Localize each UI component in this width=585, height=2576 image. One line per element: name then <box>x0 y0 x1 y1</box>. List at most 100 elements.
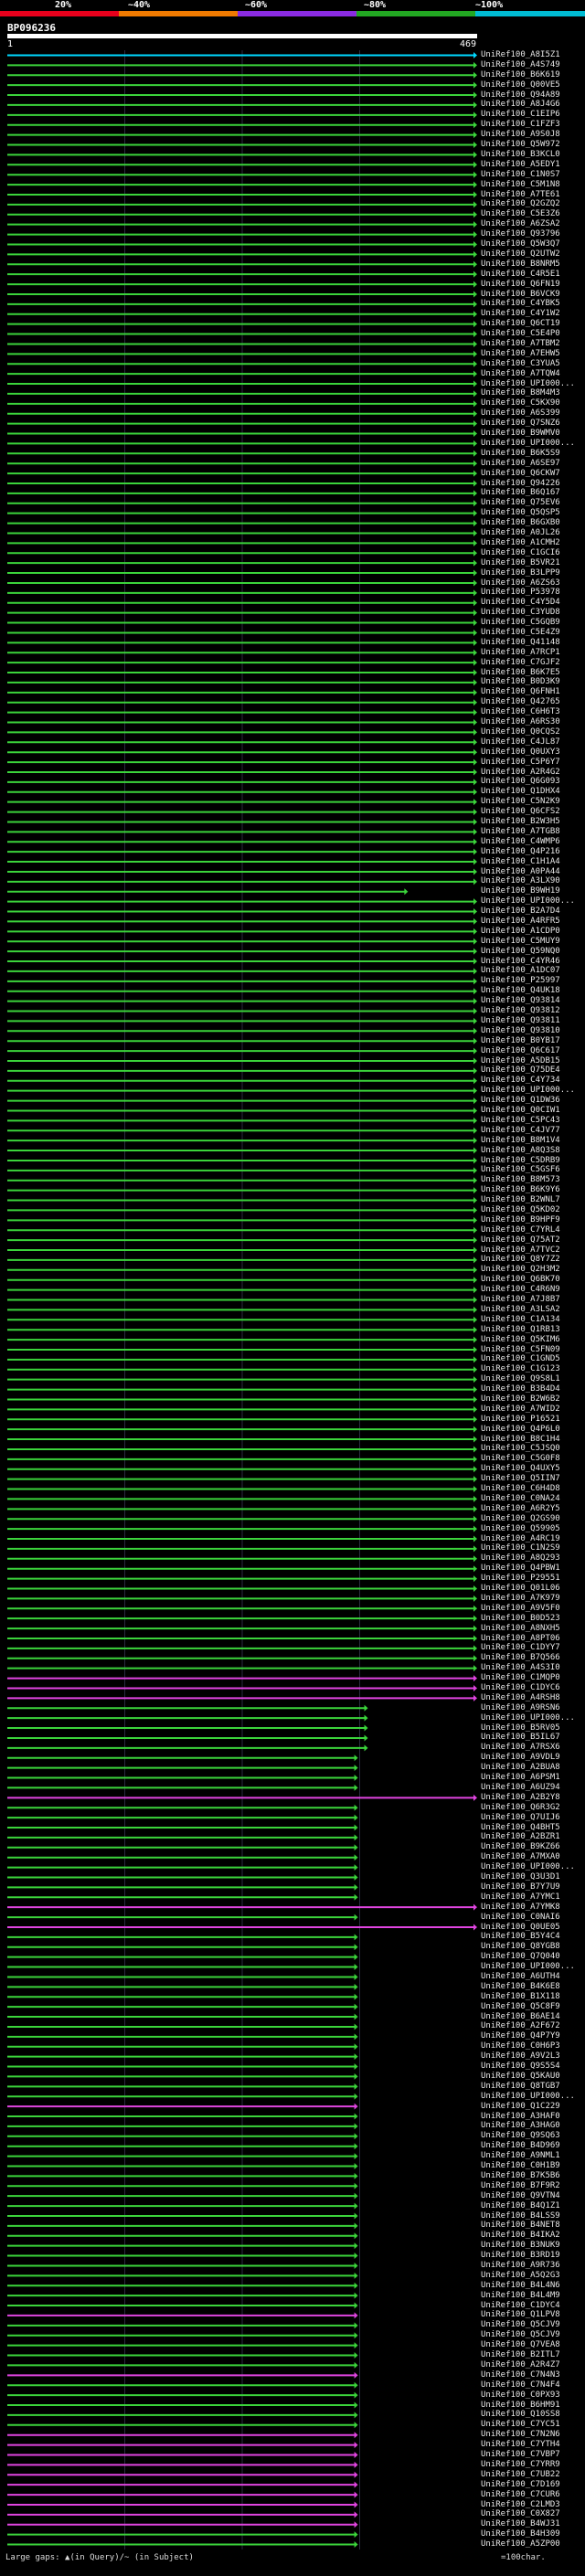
hit-id[interactable]: UniRef100_Q2GZQ2 <box>481 199 560 208</box>
hit-bar[interactable] <box>7 2412 358 2419</box>
hit-id[interactable]: UniRef100_Q94226 <box>481 479 560 488</box>
hit-id[interactable]: UniRef100_C7N4N3 <box>481 2370 560 2380</box>
hit-bar[interactable] <box>7 1883 358 1891</box>
hit-id[interactable]: UniRef100_A1CMH2 <box>481 538 560 547</box>
hit-id[interactable]: UniRef100_B7K5B6 <box>481 2171 560 2180</box>
hit-id[interactable]: UniRef100_B5RV05 <box>481 1723 560 1733</box>
hit-id[interactable]: UniRef100_A6RS30 <box>481 717 560 726</box>
hit-id[interactable]: UniRef100_B6Q167 <box>481 488 560 497</box>
hit-id[interactable]: UniRef100_A5Q2G3 <box>481 2271 560 2280</box>
hit-bar[interactable] <box>7 1864 358 1871</box>
hit-id[interactable]: UniRef100_C3YUA5 <box>481 359 560 368</box>
hit-id[interactable]: UniRef100_P53978 <box>481 588 560 597</box>
hit-bar[interactable] <box>7 1724 368 1732</box>
hit-id[interactable]: UniRef100_Q59NQ0 <box>481 947 560 956</box>
hit-bar[interactable] <box>7 2292 358 2299</box>
hit-id[interactable]: UniRef100_Q5CJV9 <box>481 2330 560 2339</box>
hit-id[interactable]: UniRef100_A6ZS63 <box>481 578 560 588</box>
hit-id[interactable]: UniRef100_Q75AT2 <box>481 1235 560 1245</box>
hit-id[interactable]: UniRef100_A2BZR1 <box>481 1832 560 1841</box>
hit-id[interactable]: UniRef100_Q5QSP5 <box>481 508 560 517</box>
hit-id[interactable]: UniRef100_Q6CKW7 <box>481 469 560 478</box>
hit-id[interactable]: UniRef100_A5EDY1 <box>481 160 560 169</box>
hit-id[interactable]: UniRef100_C7YRL4 <box>481 1225 560 1235</box>
hit-id[interactable]: UniRef100_C0PX93 <box>481 2390 560 2400</box>
hit-bar[interactable] <box>7 2143 358 2150</box>
hit-id[interactable]: UniRef100_A2R4Z7 <box>481 2360 560 2369</box>
hit-bar[interactable] <box>7 2123 358 2130</box>
hit-id[interactable]: UniRef100_Q3U3D1 <box>481 1872 560 1882</box>
hit-id[interactable]: UniRef100_B4H309 <box>481 2529 560 2539</box>
hit-id[interactable]: UniRef100_B4K6E8 <box>481 1982 560 1991</box>
hit-bar[interactable] <box>7 1814 358 1821</box>
hit-bar[interactable] <box>7 2391 358 2399</box>
hit-bar[interactable] <box>7 2272 358 2279</box>
hit-id[interactable]: UniRef100_A7YMC1 <box>481 1892 560 1902</box>
hit-id[interactable]: UniRef100_Q4P7Y9 <box>481 2031 560 2041</box>
hit-id[interactable]: UniRef100_A0PA44 <box>481 867 560 876</box>
hit-id[interactable]: UniRef100_C1G123 <box>481 1364 560 1373</box>
hit-id[interactable]: UniRef100_Q4P216 <box>481 847 560 856</box>
hit-bar[interactable] <box>7 1844 358 1851</box>
hit-id[interactable]: UniRef100_Q4PBW1 <box>481 1564 560 1573</box>
hit-id[interactable]: UniRef100_A8PT06 <box>481 1634 560 1643</box>
hit-id[interactable]: UniRef100_Q6CFS2 <box>481 807 560 816</box>
hit-id[interactable]: UniRef100_Q1RB13 <box>481 1325 560 1334</box>
hit-bar[interactable] <box>7 2063 358 2071</box>
hit-id[interactable]: UniRef100_C5GQB9 <box>481 618 560 627</box>
hit-id[interactable]: UniRef100_A7RCP1 <box>481 648 560 657</box>
hit-id[interactable]: UniRef100_P25997 <box>481 976 560 985</box>
hit-id[interactable]: UniRef100_C4YR46 <box>481 957 560 966</box>
hit-bar[interactable] <box>7 1744 368 1752</box>
hit-id[interactable]: UniRef100_B0YB17 <box>481 1036 560 1045</box>
hit-bar[interactable] <box>7 2093 358 2100</box>
hit-id[interactable]: UniRef100_C1FZF3 <box>481 120 560 129</box>
hit-bar[interactable] <box>7 2531 358 2539</box>
hit-bar[interactable] <box>7 2461 358 2468</box>
hit-id[interactable]: UniRef100_A2F672 <box>481 2021 560 2030</box>
hit-id[interactable]: UniRef100_B7Q566 <box>481 1653 560 1662</box>
hit-bar[interactable] <box>7 2282 358 2289</box>
hit-id[interactable]: UniRef100_B6K5S9 <box>481 449 560 458</box>
hit-id[interactable]: UniRef100_A8I5Z1 <box>481 50 560 59</box>
hit-bar[interactable] <box>7 1765 358 1772</box>
hit-id[interactable]: UniRef100_C5DRB9 <box>481 1156 560 1165</box>
hit-bar[interactable] <box>7 1944 358 1951</box>
hit-bar[interactable] <box>7 1873 358 1881</box>
hit-id[interactable]: UniRef100_B4LSS9 <box>481 2211 560 2221</box>
hit-bar[interactable] <box>7 2253 358 2260</box>
hit-id[interactable]: UniRef100_B2W6B2 <box>481 1394 560 1404</box>
hit-id[interactable]: UniRef100_B4NET8 <box>481 2221 560 2230</box>
hit-bar[interactable] <box>7 2371 358 2379</box>
hit-id[interactable]: UniRef100_B4L4M9 <box>481 2291 560 2300</box>
hit-id[interactable]: UniRef100_B8NRM5 <box>481 260 560 269</box>
hit-id[interactable]: UniRef100_Q1DW36 <box>481 1096 560 1105</box>
hit-id[interactable]: UniRef100_UPI000... <box>481 1962 575 1971</box>
hit-id[interactable]: UniRef100_C1N0S7 <box>481 170 560 179</box>
hit-id[interactable]: UniRef100_A3HAG0 <box>481 2121 560 2130</box>
hit-id[interactable]: UniRef100_B7Y7U9 <box>481 1882 560 1892</box>
hit-id[interactable]: UniRef100_B9HPF9 <box>481 1215 560 1224</box>
hit-bar[interactable] <box>7 1754 358 1762</box>
hit-id[interactable]: UniRef100_Q5C8F9 <box>481 2002 560 2011</box>
hit-bar[interactable] <box>7 1734 368 1742</box>
hit-id[interactable]: UniRef100_A6UZ94 <box>481 1783 560 1792</box>
hit-id[interactable]: UniRef100_Q2GS90 <box>481 1514 560 1523</box>
hit-id[interactable]: UniRef100_C1MQP0 <box>481 1673 560 1682</box>
hit-bar[interactable] <box>7 2033 358 2041</box>
hit-id[interactable]: UniRef100_A7TGB8 <box>481 827 560 836</box>
hit-bar[interactable] <box>7 2023 358 2030</box>
hit-id[interactable]: UniRef100_B2W3H5 <box>481 817 560 826</box>
hit-id[interactable]: UniRef100_C1N2S9 <box>481 1543 560 1553</box>
hit-id[interactable]: UniRef100_B2A7D4 <box>481 906 560 916</box>
hit-bar[interactable] <box>7 2401 358 2409</box>
hit-id[interactable]: UniRef100_B4D969 <box>481 2141 560 2150</box>
hit-bar[interactable] <box>7 2172 358 2179</box>
hit-id[interactable]: UniRef100_Q9VTN4 <box>481 2191 560 2200</box>
hit-id[interactable]: UniRef100_Q93814 <box>481 996 560 1005</box>
hit-id[interactable]: UniRef100_C1GND5 <box>481 1354 560 1363</box>
hit-bar[interactable] <box>7 1714 368 1722</box>
hit-bar[interactable] <box>7 2422 358 2429</box>
hit-id[interactable]: UniRef100_Q5KIM6 <box>481 1335 560 1344</box>
hit-id[interactable]: UniRef100_C4R5E1 <box>481 270 560 279</box>
